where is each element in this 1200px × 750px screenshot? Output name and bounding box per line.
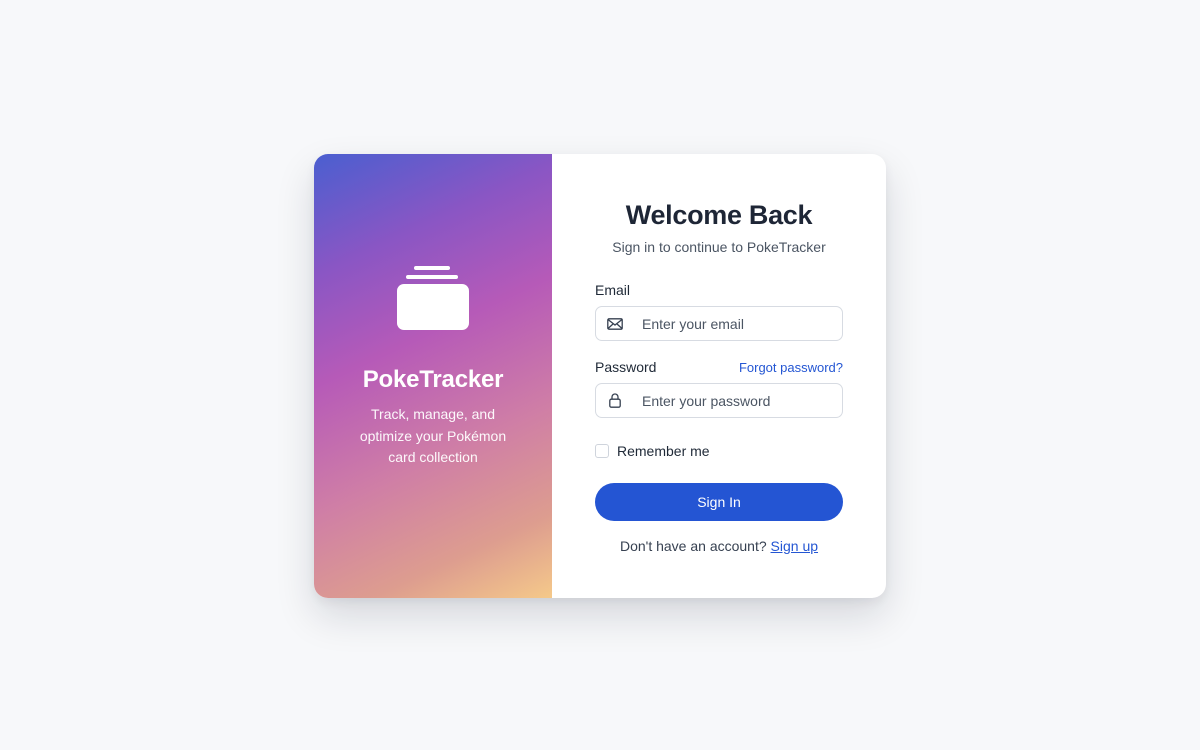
email-input[interactable] — [634, 307, 842, 340]
password-input[interactable] — [634, 384, 842, 417]
signup-row: Don't have an account? Sign up — [595, 538, 843, 554]
form-subtitle: Sign in to continue to PokeTracker — [612, 239, 826, 255]
login-card: PokeTracker Track, manage, and optimize … — [314, 154, 886, 598]
lock-icon — [596, 384, 634, 417]
remember-me-checkbox[interactable] — [595, 444, 609, 458]
password-field[interactable] — [595, 383, 843, 418]
password-label-row: Password Forgot password? — [595, 359, 843, 375]
signup-prompt: Don't have an account? — [619, 538, 767, 554]
brand-panel: PokeTracker Track, manage, and optimize … — [314, 154, 552, 598]
mail-icon — [596, 307, 634, 340]
email-label: Email — [595, 282, 631, 298]
forgot-password-link[interactable]: Forgot password? — [739, 360, 843, 375]
sign-in-button[interactable]: Sign In — [595, 483, 843, 521]
brand-tagline: Track, manage, and optimize your Pokémon… — [359, 406, 507, 465]
card-stack-icon — [395, 266, 471, 332]
login-form: Welcome Back Sign in to continue to Poke… — [552, 154, 886, 598]
email-label-row: Email — [595, 282, 843, 298]
brand-name: PokeTracker — [362, 366, 504, 393]
sign-up-link[interactable]: Sign up — [771, 538, 818, 554]
form-title: Welcome Back — [625, 200, 813, 230]
remember-me-row[interactable]: Remember me — [595, 443, 843, 459]
email-field[interactable] — [595, 306, 843, 341]
password-label: Password — [595, 359, 657, 375]
remember-me-label[interactable]: Remember me — [617, 443, 710, 459]
